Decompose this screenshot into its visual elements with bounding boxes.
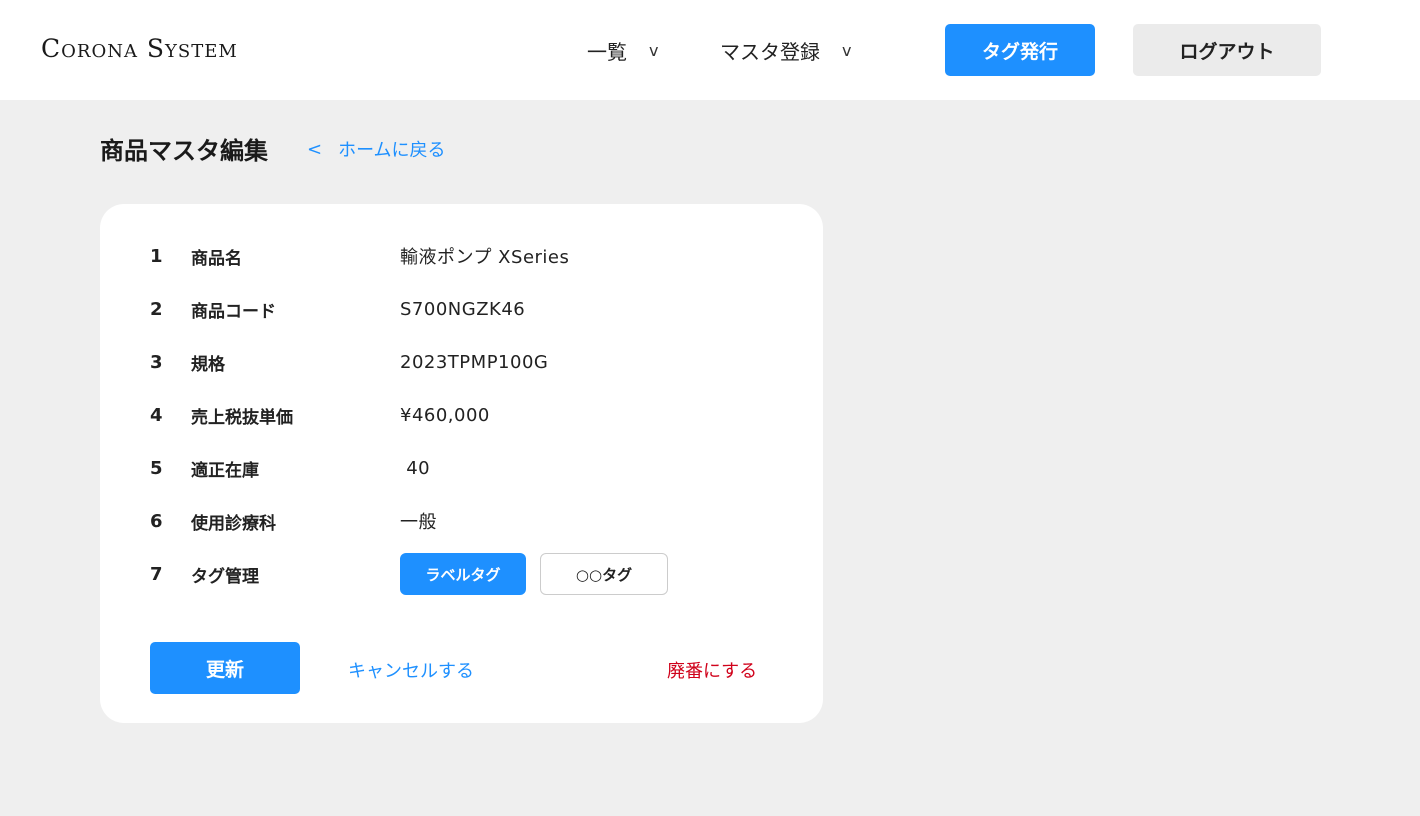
tag-issue-button[interactable]: タグ発行 bbox=[945, 24, 1095, 76]
other-tag-button[interactable]: ○○タグ bbox=[540, 553, 668, 595]
product-name-value: 輸液ポンプ XSeries bbox=[400, 247, 570, 268]
row-number: 5 bbox=[150, 457, 163, 479]
cancel-link[interactable]: キャンセルする bbox=[348, 657, 474, 683]
row-number: 1 bbox=[150, 245, 163, 267]
app-logo[interactable]: Corona System bbox=[41, 34, 238, 63]
row-number: 4 bbox=[150, 404, 163, 426]
field-row-unit-price: 4 売上税抜単価 ¥460,000 bbox=[150, 400, 770, 430]
field-row-department: 6 使用診療科 一般 bbox=[150, 506, 770, 536]
nav-master-label: マスタ登録 bbox=[720, 40, 820, 64]
logout-button[interactable]: ログアウト bbox=[1133, 24, 1321, 76]
spec-value: 2023TPMP100G bbox=[400, 351, 549, 373]
back-home-label: ホームに戻る bbox=[338, 140, 446, 161]
row-number: 6 bbox=[150, 510, 163, 532]
chevron-down-icon: v bbox=[842, 41, 852, 60]
proper-stock-value: 40 bbox=[400, 457, 431, 479]
label-tag-button[interactable]: ラベルタグ bbox=[400, 553, 526, 595]
field-label: 規格 bbox=[191, 354, 225, 375]
page-title: 商品マスタ編集 bbox=[100, 137, 268, 165]
chevron-left-icon: < bbox=[307, 138, 323, 160]
field-label: 商品コード bbox=[191, 301, 276, 322]
field-label: タグ管理 bbox=[191, 566, 259, 587]
row-number: 7 bbox=[150, 563, 163, 585]
nav-list-menu[interactable]: 一覧 v bbox=[587, 36, 658, 65]
product-edit-card: 1 商品名 輸液ポンプ XSeries 2 商品コード S700NGZK46 3… bbox=[100, 204, 823, 723]
top-header: Corona System 一覧 v マスタ登録 v タグ発行 ログアウト bbox=[0, 0, 1420, 100]
unit-price-value: ¥460,000 bbox=[400, 404, 490, 426]
field-row-product-name: 1 商品名 輸液ポンプ XSeries bbox=[150, 241, 770, 271]
field-row-proper-stock: 5 適正在庫 40 bbox=[150, 453, 770, 483]
field-label: 商品名 bbox=[191, 248, 242, 269]
row-number: 3 bbox=[150, 351, 163, 373]
field-label: 使用診療科 bbox=[191, 513, 276, 534]
product-code-value: S700NGZK46 bbox=[400, 298, 526, 320]
discontinue-link[interactable]: 廃番にする bbox=[667, 657, 757, 683]
update-button[interactable]: 更新 bbox=[150, 642, 300, 694]
department-value: 一般 bbox=[400, 512, 437, 533]
field-row-tag-management: 7 タグ管理 ラベルタグ ○○タグ bbox=[150, 553, 770, 595]
field-row-spec: 3 規格 2023TPMP100G bbox=[150, 347, 770, 377]
chevron-down-icon: v bbox=[649, 41, 659, 60]
back-home-link[interactable]: < ホームに戻る bbox=[307, 136, 446, 162]
nav-master-registration-menu[interactable]: マスタ登録 v bbox=[720, 36, 851, 65]
nav-list-label: 一覧 bbox=[587, 40, 627, 64]
field-label: 売上税抜単価 bbox=[191, 407, 293, 428]
field-row-product-code: 2 商品コード S700NGZK46 bbox=[150, 294, 770, 324]
row-number: 2 bbox=[150, 298, 163, 320]
field-label: 適正在庫 bbox=[191, 460, 259, 481]
